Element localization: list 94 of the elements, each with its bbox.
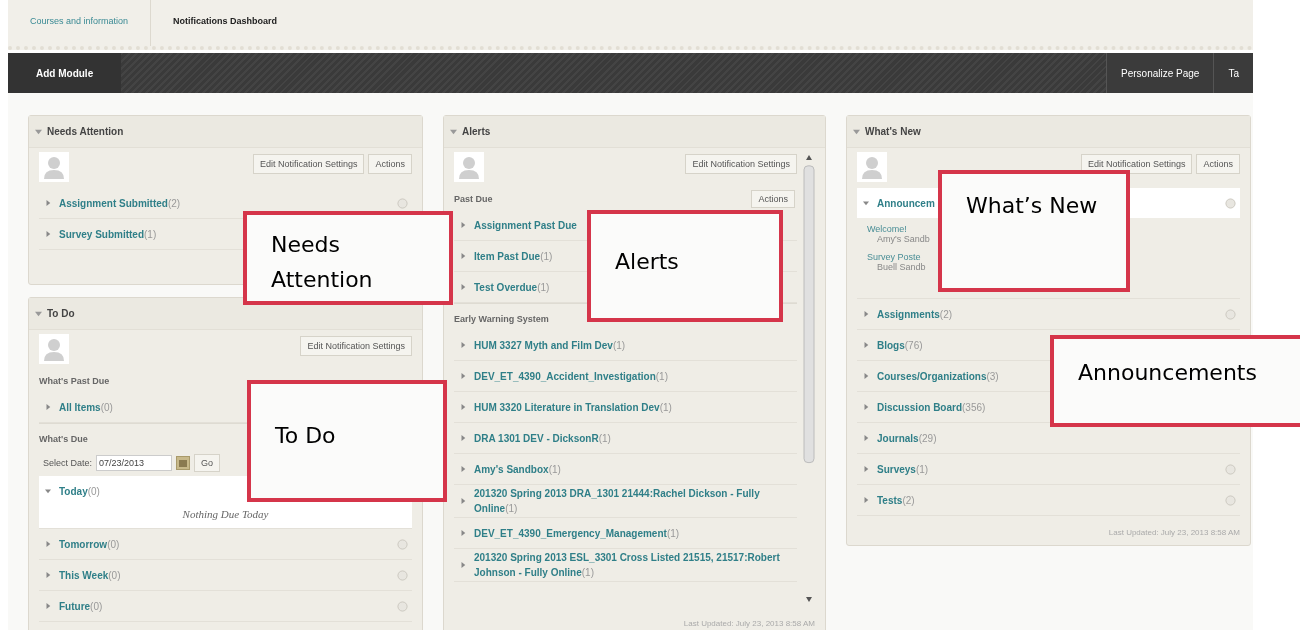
collapse-arrow-icon[interactable] [853,128,860,135]
category-link[interactable]: Announcem [877,195,935,211]
category-link[interactable]: DEV_ET_4390_Emergency_Management(1) [474,525,680,541]
section-heading: Past Due [454,194,493,204]
expand-arrow-icon[interactable] [460,404,466,410]
date-field[interactable]: 07/23/2013 [96,455,173,471]
category-link[interactable]: Assignment Submitted(2) [59,195,181,211]
actions-button[interactable]: Actions [751,190,795,208]
toolbar-button[interactable]: Ta [1213,53,1253,93]
category-link[interactable]: Blogs(76) [877,337,923,353]
collapse-arrow-icon[interactable] [35,310,42,317]
expand-arrow-icon[interactable] [460,342,466,348]
announcement-link[interactable]: Welcome! [867,224,907,234]
expand-arrow-icon[interactable] [863,200,869,206]
module-title: Alerts [462,126,491,137]
category-link[interactable]: Test Overdue(1) [474,279,550,295]
callout-label: To Do [247,380,447,502]
expand-arrow-icon[interactable] [45,541,51,547]
panel-button[interactable]: Actions [1196,154,1240,174]
avatar-icon [454,152,484,182]
empty-message: Nothing Due Today [181,507,270,522]
panel-button[interactable]: Edit Notification Settings [252,154,365,174]
panel-button[interactable]: Edit Notification Settings [685,154,797,174]
tab[interactable]: Notifications Dashboard [151,0,300,46]
category-link[interactable]: Assignment Past Due [474,217,577,233]
panel-button[interactable]: Actions [368,154,412,174]
panel-button[interactable]: Edit Notification Settings [1080,154,1193,174]
expand-arrow-icon[interactable] [460,373,466,379]
expand-arrow-icon[interactable] [45,488,51,494]
category-link[interactable]: Today(0) [59,483,100,499]
callout-label: What’s New [938,170,1130,292]
add-module-button[interactable]: Add Module [8,53,122,93]
collapse-arrow-icon[interactable] [450,128,457,135]
expand-arrow-icon[interactable] [45,200,51,206]
category-link[interactable]: 201320 Spring 2013 ESL_3301 Cross Listed 21515, 21517:Robert Johnson - Fully Online(1) [474,550,793,580]
course-name: Buell Sandb [876,262,926,272]
category-link[interactable]: All Items(0) [59,399,113,415]
category-link[interactable]: 201320 Spring 2013 DRA_1301 21444:Rachel Dickson - Fully Online(1) [474,486,793,516]
expand-arrow-icon[interactable] [460,530,466,536]
expand-arrow-icon[interactable] [863,435,869,441]
category-link[interactable]: Item Past Due(1) [474,248,553,264]
category-link[interactable]: Tests(2) [877,492,915,508]
category-link[interactable]: Discussion Board(356) [877,399,986,415]
category-link[interactable]: Future(0) [59,598,103,614]
category-link[interactable]: Surveys(1) [877,461,929,477]
category-link[interactable]: DEV_ET_4390_Accident_Investigation(1) [474,368,668,384]
date-label: Select Date: [43,458,93,468]
category-link[interactable]: Journals(29) [877,430,937,446]
announcement-link[interactable]: Survey Poste [867,252,921,262]
expand-arrow-icon[interactable] [460,253,466,259]
module-title: What's New [865,126,921,137]
category-link[interactable]: Tomorrow(0) [59,536,120,552]
avatar-icon [857,152,887,182]
expand-arrow-icon[interactable] [460,562,466,568]
category-link[interactable]: Courses/Organizations(3) [877,368,999,384]
category-link[interactable]: Survey Submitted(1) [59,226,157,242]
expand-arrow-icon[interactable] [863,404,869,410]
expand-arrow-icon[interactable] [460,498,466,504]
tab[interactable]: Courses and information [8,0,152,46]
go-button[interactable]: Go [194,454,221,472]
expand-arrow-icon[interactable] [863,466,869,472]
avatar-icon [39,334,69,364]
category-link[interactable]: Assignments(2) [877,306,953,322]
expand-arrow-icon[interactable] [460,466,466,472]
section-heading: What's Due [39,434,88,444]
category-link[interactable]: HUM 3327 Myth and Film Dev(1) [474,337,626,353]
panel-button[interactable]: Edit Notification Settings [300,336,412,356]
module-title: To Do [47,308,75,319]
expand-arrow-icon[interactable] [45,572,51,578]
module-title: Needs Attention [47,126,124,137]
callout-label: Needs Attention [243,211,453,305]
course-name: Amy's Sandb [876,234,930,244]
section-heading: What's Past Due [39,376,110,386]
expand-arrow-icon[interactable] [863,311,869,317]
expand-arrow-icon[interactable] [863,373,869,379]
category-link[interactable]: HUM 3320 Literature in Translation Dev(1) [474,399,672,415]
category-link[interactable]: DRA 1301 DEV - DicksonR(1) [474,430,611,446]
expand-arrow-icon[interactable] [460,435,466,441]
callout-label: Alerts [587,210,783,322]
collapse-arrow-icon[interactable] [35,128,42,135]
expand-arrow-icon[interactable] [45,404,51,410]
avatar-icon [39,152,69,182]
expand-arrow-icon[interactable] [863,497,869,503]
section-heading: Early Warning System [454,314,549,324]
expand-arrow-icon[interactable] [460,222,466,228]
category-link[interactable]: Amy's Sandbox(1) [474,461,561,477]
expand-arrow-icon[interactable] [45,231,51,237]
calendar-icon[interactable] [176,456,191,470]
category-link[interactable]: This Week(0) [59,567,121,583]
expand-arrow-icon[interactable] [863,342,869,348]
toolbar-button[interactable]: Personalize Page [1106,53,1214,93]
callout-label: Announcements [1050,335,1300,427]
expand-arrow-icon[interactable] [45,603,51,609]
expand-arrow-icon[interactable] [460,284,466,290]
